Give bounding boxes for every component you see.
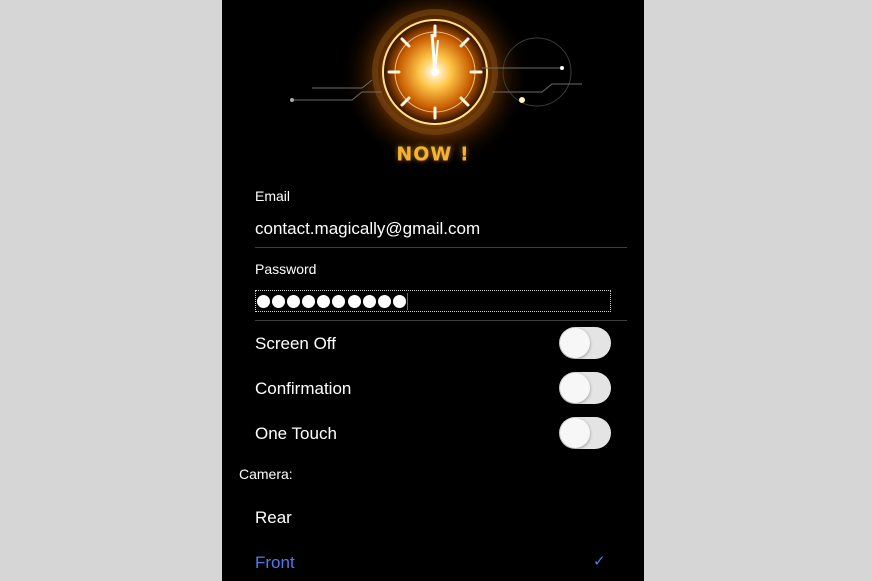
password-dot bbox=[272, 294, 286, 308]
password-dot bbox=[332, 294, 346, 308]
email-field[interactable]: contact.magically@gmail.com bbox=[255, 219, 480, 239]
camera-section-label: Camera: bbox=[239, 466, 293, 482]
email-divider bbox=[255, 247, 627, 248]
password-label: Password bbox=[255, 261, 317, 277]
screen-off-toggle[interactable] bbox=[559, 327, 611, 359]
camera-option-front[interactable]: Front bbox=[255, 553, 295, 573]
text-caret bbox=[406, 292, 409, 310]
email-label: Email bbox=[255, 188, 291, 204]
hero-banner: NOW ! bbox=[222, 0, 644, 175]
toggle-knob bbox=[560, 373, 590, 403]
password-dot bbox=[317, 294, 331, 308]
password-field[interactable] bbox=[255, 290, 611, 312]
toggle-knob bbox=[560, 418, 590, 448]
password-dot bbox=[302, 294, 316, 308]
password-dot bbox=[257, 294, 270, 308]
toggle-knob bbox=[560, 328, 590, 358]
password-dot bbox=[287, 294, 301, 308]
password-dot bbox=[362, 294, 376, 308]
one-touch-toggle[interactable] bbox=[559, 417, 611, 449]
confirmation-label: Confirmation bbox=[255, 379, 352, 398]
camera-option-rear[interactable]: Rear bbox=[255, 508, 292, 528]
password-dot bbox=[392, 294, 406, 308]
password-dot bbox=[347, 294, 361, 308]
checkmark-icon: ✓ bbox=[593, 553, 606, 570]
screen-off-label: Screen Off bbox=[255, 334, 336, 353]
settings-screen: NOW ! Email contact.magically@gmail.com … bbox=[222, 0, 644, 581]
confirmation-toggle[interactable] bbox=[559, 372, 611, 404]
one-touch-label: One Touch bbox=[255, 424, 337, 443]
hero-title: NOW ! bbox=[396, 143, 470, 165]
password-dot bbox=[377, 294, 391, 308]
password-divider bbox=[255, 320, 627, 321]
